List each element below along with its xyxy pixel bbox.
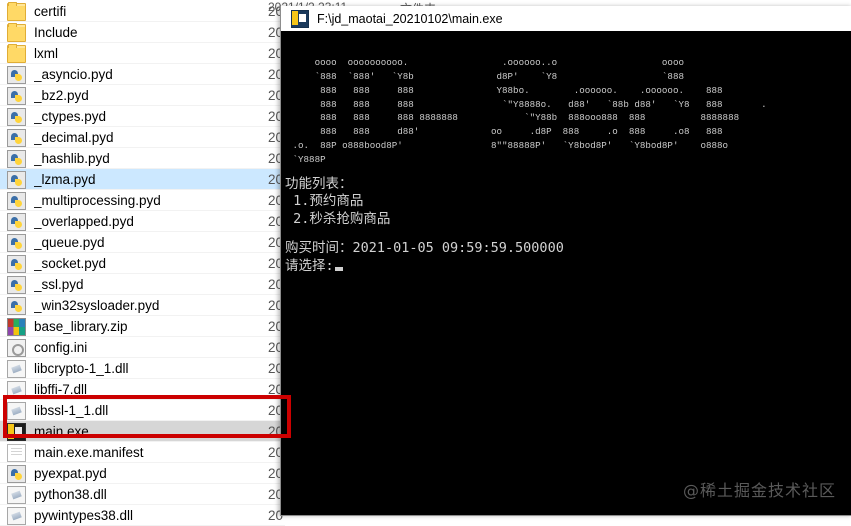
menu-title: 功能列表： <box>285 175 353 192</box>
dll-icon <box>7 506 26 525</box>
file-row[interactable]: _asyncio.pyd 20 <box>0 64 285 85</box>
python-ext-icon <box>7 464 26 483</box>
menu-item-1: 1.预约商品 <box>285 193 364 210</box>
dll-icon <box>7 359 26 378</box>
prompt-line[interactable]: 请选择: <box>281 258 851 276</box>
folder-icon <box>7 43 26 63</box>
file-name: _win32sysloader.pyd <box>34 298 160 313</box>
file-row[interactable]: _hashlib.pyd 20 <box>0 148 285 169</box>
exe-icon <box>7 422 26 441</box>
ascii-art-banner: oooo oooooooooo. .oooooo..o oooo `888 `8… <box>292 57 767 165</box>
file-name: pyexpat.pyd <box>34 466 107 481</box>
file-row[interactable]: main.exe.manifest 20 <box>0 442 285 463</box>
buy-time-label: 购买时间： <box>285 240 353 257</box>
watermark: @稀土掘金技术社区 <box>682 481 836 500</box>
file-name: base_library.zip <box>34 319 128 334</box>
file-name: _socket.pyd <box>34 256 107 271</box>
python-ext-icon <box>7 254 26 273</box>
file-name: _bz2.pyd <box>34 88 89 103</box>
file-row[interactable]: _decimal.pyd 20 <box>0 127 285 148</box>
file-row[interactable]: base_library.zip 20 <box>0 316 285 337</box>
file-name: _lzma.pyd <box>34 172 96 187</box>
file-name: _overlapped.pyd <box>34 214 134 229</box>
file-row[interactable]: config.ini 20 <box>0 337 285 358</box>
file-name: _decimal.pyd <box>34 130 114 145</box>
python-ext-icon <box>7 149 26 168</box>
folder-icon <box>7 1 26 21</box>
file-row[interactable]: pywintypes38.dll 20 <box>0 505 285 526</box>
dll-icon <box>7 401 26 420</box>
buy-time-value: 2021-01-05 09:59:59.500000 <box>352 240 564 257</box>
manifest-icon <box>7 443 26 462</box>
block-cursor-icon <box>334 266 343 271</box>
python-ext-icon <box>7 65 26 84</box>
zip-archive-icon <box>7 317 26 336</box>
file-list[interactable]: certifi202Include20lxml20_asyncio.pyd20_… <box>0 1 291 526</box>
file-row[interactable]: pyexpat.pyd 20 <box>0 463 285 484</box>
file-row[interactable]: lxml 20 <box>0 43 285 64</box>
file-name: _asyncio.pyd <box>34 67 113 82</box>
buy-time-line: 购买时间：2021-01-05 09:59:59.500000 <box>281 240 851 258</box>
file-name: _queue.pyd <box>34 235 105 250</box>
python-ext-icon <box>7 296 26 315</box>
file-name: _multiprocessing.pyd <box>34 193 161 208</box>
file-row[interactable]: _overlapped.pyd 20 <box>0 211 285 232</box>
file-name: _ssl.pyd <box>34 277 84 292</box>
file-row[interactable]: _multiprocessing.pyd 20 <box>0 190 285 211</box>
dll-icon <box>7 380 26 399</box>
python-ext-icon <box>7 107 26 126</box>
file-name: _ctypes.pyd <box>34 109 107 124</box>
file-name: libssl-1_1.dll <box>34 403 109 418</box>
console-titlebar[interactable]: F:\jd_maotai_20210102\main.exe <box>281 6 851 32</box>
console-window[interactable]: F:\jd_maotai_20210102\main.exe oooo oooo… <box>280 6 851 516</box>
menu-item-2: 2.秒杀抢购商品 <box>285 210 391 227</box>
file-row[interactable]: _bz2.pyd 20 <box>0 85 285 106</box>
python-ext-icon <box>7 128 26 147</box>
file-name: Include <box>34 25 78 40</box>
file-name: config.ini <box>34 340 88 355</box>
file-row[interactable]: _win32sysloader.pyd 20 <box>0 295 285 316</box>
dll-icon <box>7 485 26 504</box>
python-ext-icon <box>7 86 26 105</box>
file-row[interactable]: _queue.pyd 20 <box>0 232 285 253</box>
python-ext-icon <box>7 170 26 189</box>
file-name: certifi <box>34 4 67 19</box>
file-row[interactable]: certifi202 <box>0 1 291 22</box>
console-title: F:\jd_maotai_20210102\main.exe <box>317 11 503 26</box>
console-output-area[interactable]: oooo oooooooooo. .oooooo..o oooo `888 `8… <box>281 31 851 515</box>
ini-settings-icon <box>7 338 26 357</box>
file-name: pywintypes38.dll <box>34 508 134 523</box>
file-name: main.exe.manifest <box>34 445 144 460</box>
folder-icon <box>7 22 26 42</box>
file-name: main.exe <box>34 424 89 439</box>
python-ext-icon <box>7 275 26 294</box>
exe-icon <box>291 9 309 28</box>
file-row[interactable]: _socket.pyd 20 <box>0 253 285 274</box>
file-row[interactable]: libffi-7.dll 20 <box>0 379 285 400</box>
file-row[interactable]: python38.dll 20 <box>0 484 285 505</box>
python-ext-icon <box>7 233 26 252</box>
prompt-label: 请选择: <box>285 257 334 274</box>
file-name: python38.dll <box>34 487 107 502</box>
file-row[interactable]: libssl-1_1.dll 20 <box>0 400 285 421</box>
python-ext-icon <box>7 191 26 210</box>
file-row[interactable]: main.exe 20 <box>0 421 285 442</box>
file-name: lxml <box>34 46 58 61</box>
file-name: _hashlib.pyd <box>34 151 110 166</box>
file-name: libcrypto-1_1.dll <box>34 361 129 376</box>
python-ext-icon <box>7 212 26 231</box>
file-name: libffi-7.dll <box>34 382 88 397</box>
file-row[interactable]: _ctypes.pyd 20 <box>0 106 285 127</box>
file-row[interactable]: _lzma.pyd 20 <box>0 169 285 190</box>
file-row[interactable]: Include 20 <box>0 22 285 43</box>
file-row[interactable]: libcrypto-1_1.dll 20 <box>0 358 285 379</box>
file-row[interactable]: _ssl.pyd 20 <box>0 274 285 295</box>
